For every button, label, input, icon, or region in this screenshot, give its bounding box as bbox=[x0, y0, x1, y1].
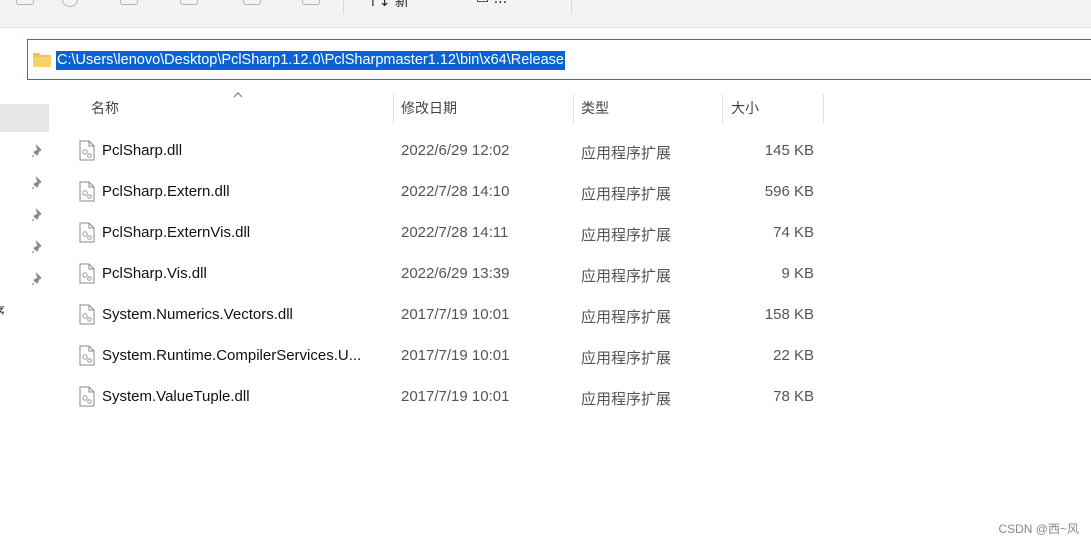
file-size: 596 KB bbox=[764, 183, 814, 200]
cut-icon[interactable] bbox=[16, 0, 34, 5]
file-row[interactable]: PclSharp.ExternVis.dll 2022/7/28 14:11 应用程… bbox=[76, 213, 836, 254]
file-row[interactable]: System.ValueTuple.dll 2017/7/19 10:01 应用程序… bbox=[76, 377, 836, 418]
rename-icon[interactable] bbox=[180, 0, 198, 5]
nav-item-label[interactable]: 序 bbox=[0, 301, 5, 320]
file-size: 158 KB bbox=[764, 306, 814, 323]
file-size: 145 KB bbox=[764, 142, 814, 159]
pin-icon[interactable] bbox=[31, 144, 45, 158]
address-path-input[interactable]: C:\Users\lenovo\Desktop\PclSharp1.12.0\P… bbox=[56, 51, 565, 70]
file-modified: 2017/7/19 10:01 bbox=[401, 347, 510, 364]
column-header-type[interactable]: 类型 bbox=[581, 94, 721, 124]
dll-file-icon bbox=[79, 140, 95, 161]
file-name: PclSharp.Extern.dll bbox=[102, 183, 230, 200]
file-row[interactable]: PclSharp.Extern.dll 2022/7/28 14:10 应用程序扩展… bbox=[76, 172, 836, 213]
file-type: 应用程序扩展 bbox=[581, 227, 672, 244]
file-modified: 2022/6/29 13:39 bbox=[401, 265, 510, 282]
file-row[interactable]: System.Numerics.Vectors.dll 2017/7/19 10:… bbox=[76, 295, 836, 336]
navigation-pane: 序 bbox=[0, 90, 52, 545]
file-row[interactable]: PclSharp.Vis.dll 2022/6/29 13:39 应用程序扩展 9 K… bbox=[76, 254, 836, 295]
file-name: PclSharp.ExternVis.dll bbox=[102, 224, 251, 241]
dll-file-icon bbox=[79, 304, 95, 325]
file-size: 9 KB bbox=[781, 265, 814, 282]
column-divider[interactable] bbox=[573, 94, 574, 124]
dll-file-icon bbox=[79, 222, 95, 243]
file-type: 应用程序扩展 bbox=[581, 268, 672, 285]
column-header-name[interactable]: 名称 bbox=[91, 94, 391, 124]
column-divider[interactable] bbox=[823, 94, 824, 124]
sort-label: 新 bbox=[394, 0, 409, 10]
column-header-size[interactable]: 大小 bbox=[731, 94, 821, 124]
file-size: 74 KB bbox=[773, 224, 814, 241]
column-divider[interactable] bbox=[722, 94, 723, 124]
view-label: ... bbox=[494, 0, 507, 7]
file-modified: 2022/7/28 14:10 bbox=[401, 183, 510, 200]
file-modified: 2017/7/19 10:01 bbox=[401, 388, 510, 405]
pin-icon[interactable] bbox=[31, 208, 45, 222]
sort-button[interactable]: ↑↓ 新 bbox=[367, 0, 409, 11]
view-button[interactable]: ▭ ... bbox=[476, 0, 507, 7]
pin-icon[interactable] bbox=[31, 176, 45, 190]
toolbar-divider bbox=[571, 0, 572, 14]
toolbar-divider bbox=[343, 0, 344, 14]
copy-icon[interactable] bbox=[62, 0, 78, 7]
share-icon[interactable] bbox=[243, 0, 261, 5]
file-type: 应用程序扩展 bbox=[581, 145, 672, 162]
delete-icon[interactable] bbox=[302, 0, 320, 5]
file-name: System.Numerics.Vectors.dll bbox=[102, 306, 293, 323]
file-type: 应用程序扩展 bbox=[581, 186, 672, 203]
file-type: 应用程序扩展 bbox=[581, 309, 672, 326]
column-header-modified[interactable]: 修改日期 bbox=[401, 94, 571, 124]
file-modified: 2017/7/19 10:01 bbox=[401, 306, 510, 323]
file-modified: 2022/7/28 14:11 bbox=[401, 224, 509, 241]
dll-file-icon bbox=[79, 181, 95, 202]
file-name: PclSharp.dll bbox=[102, 142, 183, 159]
column-divider[interactable] bbox=[393, 94, 394, 124]
file-name: PclSharp.Vis.dll bbox=[102, 265, 207, 282]
file-name: System.Runtime.CompilerServices.U... bbox=[102, 347, 362, 364]
file-modified: 2022/6/29 12:02 bbox=[401, 142, 510, 159]
paste-icon[interactable] bbox=[120, 0, 138, 5]
file-type: 应用程序扩展 bbox=[581, 391, 672, 408]
dll-file-icon bbox=[79, 386, 95, 407]
watermark: CSDN @西~风 bbox=[998, 522, 1079, 536]
address-bar[interactable]: C:\Users\lenovo\Desktop\PclSharp1.12.0\P… bbox=[27, 39, 1091, 80]
file-name: System.ValueTuple.dll bbox=[102, 388, 250, 405]
dll-file-icon bbox=[79, 263, 95, 284]
nav-item-selected[interactable] bbox=[0, 104, 49, 132]
file-row[interactable]: PclSharp.dll 2022/6/29 12:02 应用程序扩展 145 KB bbox=[76, 131, 836, 172]
pin-icon[interactable] bbox=[31, 240, 45, 254]
file-size: 78 KB bbox=[773, 388, 814, 405]
file-row[interactable]: System.Runtime.CompilerServices.U... 2017… bbox=[76, 336, 836, 377]
dll-file-icon bbox=[79, 345, 95, 366]
file-type: 应用程序扩展 bbox=[581, 350, 672, 367]
command-bar: ↑↓ 新 ▭ ... bbox=[0, 0, 1091, 28]
pin-icon[interactable] bbox=[31, 272, 45, 286]
file-size: 22 KB bbox=[773, 347, 814, 364]
folder-icon bbox=[33, 53, 51, 67]
